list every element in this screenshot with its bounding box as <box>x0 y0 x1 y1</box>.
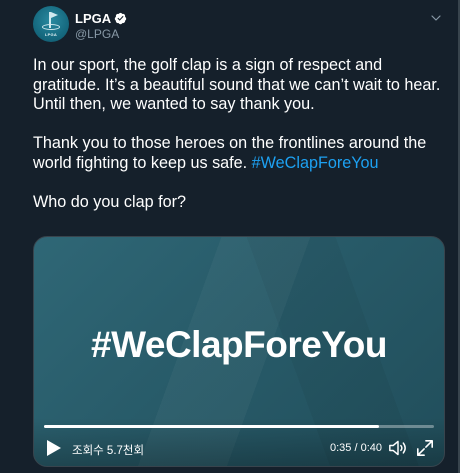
video-controls: 조회수 5.7천회 0:35 / 0:40 <box>34 418 444 466</box>
hashtag-link[interactable]: #WeClapForeYou <box>252 154 379 172</box>
video-time: 0:35 / 0:40 <box>330 442 382 454</box>
tweet-header: LPGA LPGA @LPGA <box>33 6 446 46</box>
progress-fill <box>44 425 380 428</box>
author-name-row: LPGA <box>75 11 127 26</box>
chevron-down-icon[interactable] <box>430 12 442 24</box>
tweet-paragraph: Who do you clap for? <box>33 192 186 211</box>
author-handle[interactable]: @LPGA <box>75 27 119 41</box>
tweet-paragraph: Thank you to those heroes on the frontli… <box>33 134 448 173</box>
avatar[interactable]: LPGA <box>33 6 69 42</box>
tweet-text: In our sport, the golf clap is a sign of… <box>33 56 448 212</box>
avatar-ring-graphic <box>42 24 60 30</box>
view-count: 조회수 5.7천회 <box>72 445 145 457</box>
fullscreen-icon[interactable] <box>416 439 434 457</box>
tweet-paragraph: In our sport, the golf clap is a sign of… <box>33 56 441 113</box>
avatar-logo-text: LPGA <box>45 32 57 37</box>
video-overlay-title: #WeClapForeYou <box>91 324 387 365</box>
volume-icon[interactable] <box>388 439 408 457</box>
verified-badge-icon <box>114 12 127 25</box>
progress-bar[interactable] <box>44 425 434 428</box>
author-name[interactable]: LPGA <box>75 11 111 26</box>
play-icon[interactable] <box>46 439 62 457</box>
video-player[interactable]: #WeClapForeYou 조회수 5.7천회 0:35 / 0:40 <box>33 236 445 467</box>
